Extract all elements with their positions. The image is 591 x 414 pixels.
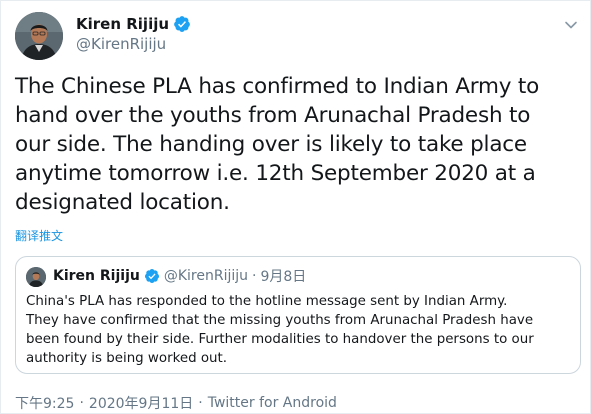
author-display-name[interactable]: Kiren Rijiju (76, 15, 169, 33)
quoted-tweet-header: Kiren Rijiju @KirenRijiju · 9月8日 (53, 266, 306, 286)
translate-tweet-link[interactable]: 翻译推文 (15, 227, 63, 244)
footer-separator: · (79, 395, 84, 411)
author-handle[interactable]: @KirenRijiju (76, 35, 166, 53)
author-name-row[interactable]: Kiren Rijiju (76, 14, 191, 34)
verified-badge-icon (173, 15, 191, 33)
avatar-photo-icon (15, 12, 63, 60)
avatar[interactable] (15, 12, 63, 60)
tweet-time[interactable]: 下午9:25 (15, 393, 74, 413)
tweet-date[interactable]: 2020年9月11日 (89, 393, 193, 413)
footer-separator: · (198, 395, 203, 411)
quoted-handle: @KirenRijiju (163, 268, 249, 284)
tweet-source[interactable]: Twitter for Android (208, 395, 337, 411)
quoted-separator: · (252, 268, 257, 284)
quoted-avatar[interactable] (26, 267, 46, 287)
quoted-tweet[interactable]: Kiren Rijiju @KirenRijiju · 9月8日 China's… (15, 256, 581, 374)
tweet-card: Kiren Rijiju @KirenRijiju The Chinese PL… (1, 1, 590, 413)
quoted-tweet-text: China's PLA has responded to the hotline… (26, 294, 534, 366)
tweet-metadata: 下午9:25 · 2020年9月11日 · Twitter for Androi… (15, 393, 337, 413)
quoted-avatar-photo-icon (26, 267, 46, 287)
verified-badge-icon (144, 268, 160, 284)
tweet-text: The Chinese PLA has confirmed to Indian … (15, 74, 540, 215)
quoted-date[interactable]: 9月8日 (260, 266, 306, 286)
chevron-down-icon[interactable] (564, 17, 578, 31)
quoted-display-name: Kiren Rijiju (53, 268, 140, 284)
